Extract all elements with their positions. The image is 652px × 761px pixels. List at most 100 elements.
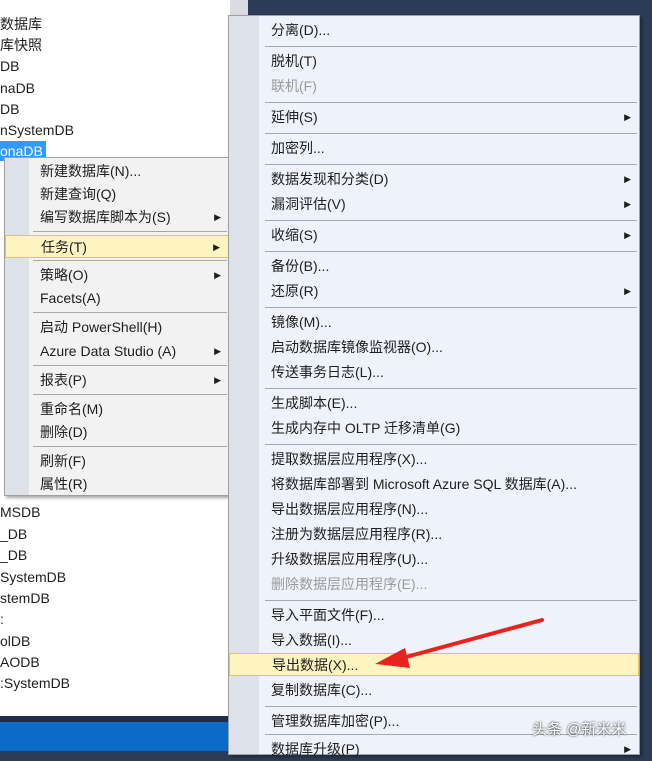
tree-node[interactable]: SystemDB — [0, 567, 66, 587]
menu-item-label: 数据发现和分类(D) — [271, 171, 389, 187]
menu-item[interactable]: 属性(R) — [5, 473, 229, 496]
tree-node[interactable]: stemDB — [0, 588, 50, 608]
menu-separator — [265, 706, 637, 707]
menu-item-label: 导入平面文件(F)... — [271, 607, 385, 623]
tree-node[interactable]: DB — [0, 56, 19, 76]
menu-item-label: 启动 PowerShell(H) — [40, 319, 163, 335]
menu-separator — [265, 600, 637, 601]
menu-item[interactable]: 任务(T) ▶ — [5, 235, 229, 258]
menu-item[interactable]: 备份(B)... — [229, 255, 639, 278]
tree-node[interactable]: MSDB — [0, 502, 40, 522]
menu-item-label: 还原(R) — [271, 283, 319, 299]
menu-item[interactable]: 导出数据层应用程序(N)... — [229, 498, 639, 521]
submenu-arrow-icon: ▶ — [214, 346, 221, 356]
submenu-arrow-icon: ▶ — [624, 199, 631, 209]
menu-item-label: 管理数据库加密(P)... — [271, 713, 400, 729]
tree-node[interactable]: olDB — [0, 631, 30, 651]
menu-item-label: Azure Data Studio (A) — [40, 343, 177, 359]
menu-item-label: 漏洞评估(V) — [271, 196, 346, 212]
menu-item[interactable]: 导入数据(I)... — [229, 629, 639, 652]
menu-item[interactable]: 还原(R) ▶ — [229, 280, 639, 303]
menu-item[interactable]: 镜像(M)... — [229, 311, 639, 334]
menu-item[interactable]: 生成脚本(E)... — [229, 392, 639, 415]
status-bar — [0, 722, 230, 751]
tasks-submenu: 分离(D)... 脱机(T) 联机(F) 延伸(S) ▶ 加密列... 数据发现和分类(D)… — [228, 15, 640, 757]
menu-item-label: 提取数据层应用程序(X)... — [271, 451, 428, 467]
menu-item-label: 新建数据库(N)... — [40, 163, 142, 179]
menu-item-label: 升级数据层应用程序(U)... — [271, 551, 429, 567]
menu-item[interactable]: 启动数据库镜像监视器(O)... — [229, 336, 639, 359]
menu-item-label: 复制数据库(C)... — [271, 682, 373, 698]
menu-item-label: 注册为数据层应用程序(R)... — [271, 526, 443, 542]
submenu-arrow-icon: ▶ — [214, 375, 221, 385]
menu-item[interactable]: 脱机(T) — [229, 50, 639, 73]
menu-item-label: 导出数据(X)... — [272, 657, 359, 673]
tree-node[interactable]: nSystemDB — [0, 120, 74, 140]
menu-item[interactable]: Azure Data Studio (A) ▶ — [5, 340, 229, 363]
menu-item[interactable]: 复制数据库(C)... — [229, 679, 639, 702]
tree-node[interactable]: _DB — [0, 545, 27, 565]
submenu-arrow-icon: ▶ — [624, 112, 631, 122]
menu-item[interactable]: 生成内存中 OLTP 迁移清单(G) — [229, 417, 639, 440]
menu-item[interactable]: 新建数据库(N)... — [5, 160, 229, 183]
menu-item-label: 删除(D) — [40, 424, 88, 440]
menu-item[interactable]: 重命名(M) — [5, 398, 229, 421]
menu-item-label: 导入数据(I)... — [271, 632, 352, 648]
menu-item[interactable]: 收缩(S) ▶ — [229, 224, 639, 247]
tree-node[interactable]: : — [0, 609, 4, 629]
menu-item[interactable]: 数据发现和分类(D) ▶ — [229, 168, 639, 191]
menu-item[interactable]: 导入平面文件(F)... — [229, 604, 639, 627]
tree-node[interactable]: 数据库 — [0, 14, 42, 34]
menu-item-label: 报表(P) — [40, 372, 87, 388]
menu-item-label: 刷新(F) — [40, 453, 86, 469]
menu-separator — [265, 133, 637, 134]
menu-item[interactable]: 启动 PowerShell(H) — [5, 316, 229, 339]
menu-separator — [33, 312, 227, 313]
tree-node[interactable]: 库快照 — [0, 35, 42, 55]
menu-item[interactable]: 删除数据层应用程序(E)... — [229, 573, 639, 596]
menu-item-label: 属性(R) — [40, 476, 88, 492]
menu-item[interactable]: 数据库升级(P) ▶ — [229, 738, 639, 761]
menu-item[interactable]: 提取数据层应用程序(X)... — [229, 448, 639, 471]
menu-item[interactable]: 联机(F) — [229, 75, 639, 98]
menu-item[interactable]: 将数据库部署到 Microsoft Azure SQL 数据库(A)... — [229, 473, 639, 496]
menu-separator — [33, 394, 227, 395]
tree-node[interactable]: naDB — [0, 78, 35, 98]
menu-item[interactable]: 新建查询(Q) — [5, 183, 229, 206]
menu-item[interactable]: 导出数据(X)... — [229, 653, 639, 676]
menu-item-label: 收缩(S) — [271, 227, 318, 243]
menu-item[interactable]: 注册为数据层应用程序(R)... — [229, 523, 639, 546]
menu-separator — [265, 388, 637, 389]
submenu-arrow-icon: ▶ — [214, 270, 221, 280]
menu-item-label: 编写数据库脚本为(S) — [40, 209, 171, 225]
tree-node[interactable]: AODB — [0, 652, 40, 672]
menu-item[interactable]: 加密列... — [229, 137, 639, 160]
menu-item[interactable]: 删除(D) — [5, 421, 229, 444]
menu-item-label: Facets(A) — [40, 290, 101, 306]
menu-item[interactable]: 分离(D)... — [229, 19, 639, 42]
menu-item[interactable]: Facets(A) — [5, 287, 229, 310]
tree-node[interactable]: _DB — [0, 524, 27, 544]
menu-item[interactable]: 升级数据层应用程序(U)... — [229, 548, 639, 571]
menu-item[interactable]: 编写数据库脚本为(S) ▶ — [5, 206, 229, 229]
menu-separator — [265, 220, 637, 221]
menu-item[interactable]: 刷新(F) — [5, 450, 229, 473]
menu-item-label: 加密列... — [271, 140, 325, 156]
menu-item[interactable]: 策略(O) ▶ — [5, 264, 229, 287]
submenu-arrow-icon: ▶ — [624, 744, 631, 754]
menu-item[interactable]: 延伸(S) ▶ — [229, 106, 639, 129]
tree-node[interactable]: DB — [0, 99, 19, 119]
menu-separator — [33, 231, 227, 232]
menu-item-label: 脱机(T) — [271, 53, 317, 69]
menu-item[interactable]: 传送事务日志(L)... — [229, 361, 639, 384]
tree-node[interactable]: :SystemDB — [0, 673, 70, 693]
menu-separator — [265, 307, 637, 308]
menu-item-label: 数据库升级(P) — [271, 741, 360, 757]
menu-separator — [33, 260, 227, 261]
menu-item[interactable]: 报表(P) ▶ — [5, 369, 229, 392]
menu-item-label: 任务(T) — [41, 239, 87, 255]
menu-separator — [33, 446, 227, 447]
menu-item-label: 镜像(M)... — [271, 314, 332, 330]
menu-item[interactable]: 漏洞评估(V) ▶ — [229, 193, 639, 216]
menu-separator — [265, 251, 637, 252]
